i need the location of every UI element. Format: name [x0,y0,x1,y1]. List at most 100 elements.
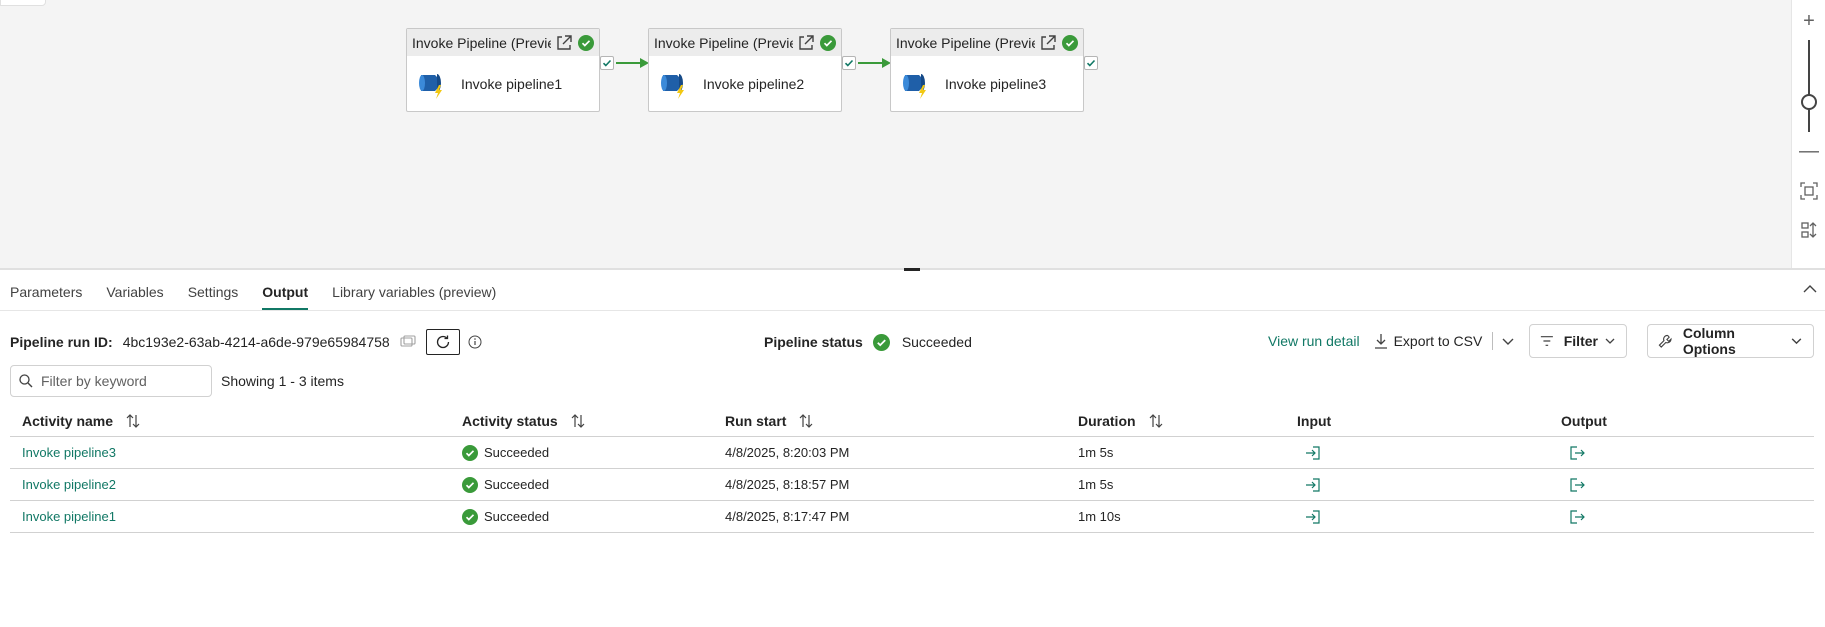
col-header-activity-name[interactable]: Activity name [22,413,141,429]
column-options-label: Column Options [1682,325,1736,357]
zoom-out-button[interactable]: — [1792,134,1825,168]
input-icon[interactable] [1305,477,1321,493]
node-type-label: Invoke Pipeline (Previe [654,34,793,51]
filter-button[interactable]: Filter [1529,324,1627,358]
refresh-icon [436,335,449,349]
input-icon[interactable] [1305,445,1321,461]
activity-node-invoke-pipeline3[interactable]: Invoke Pipeline (Previe Invoke pipeline3 [890,28,1084,112]
activity-name-link[interactable]: Invoke pipeline1 [22,509,116,524]
invoke-pipeline-icon [661,73,684,99]
sort-icon[interactable] [125,413,141,429]
col-header-label: Input [1297,412,1332,429]
table-row[interactable]: Invoke pipeline3 Succeeded 4/8/2025, 8:2… [10,437,1814,469]
zoom-slider-thumb[interactable] [1801,94,1817,110]
node-name: Invoke pipeline3 [945,75,1047,92]
col-header-label: Run start [725,412,787,429]
export-csv-button[interactable]: Export to CSV [1374,333,1483,349]
info-icon[interactable] [468,335,482,349]
fit-to-screen-button[interactable] [1792,174,1825,208]
success-check-icon [872,333,890,351]
node-type-label: Invoke Pipeline (Previe [412,34,551,51]
tabs-divider [0,310,1825,311]
open-external-icon[interactable] [555,34,573,52]
table-header: Activity name Activity status Run start … [10,405,1814,437]
activity-status: Succeeded [484,477,550,492]
filter-by-keyword-field[interactable] [10,365,212,397]
output-icon[interactable] [1569,477,1585,493]
duration: 1m 10s [1078,509,1121,524]
auto-align-button[interactable] [1792,213,1825,247]
resize-handle[interactable] [904,268,920,271]
table-row[interactable]: Invoke pipeline2 Succeeded 4/8/2025, 8:1… [10,469,1814,501]
view-run-detail-link[interactable]: View run detail [1268,333,1360,349]
input-icon[interactable] [1305,509,1321,525]
column-options-button[interactable]: Column Options [1647,324,1814,358]
output-icon[interactable] [1569,445,1585,461]
activity-name-link[interactable]: Invoke pipeline2 [22,477,116,492]
node-name: Invoke pipeline1 [461,75,563,92]
activity-runs-table: Activity name Activity status Run start … [10,405,1814,533]
success-check-icon [1062,34,1078,51]
sort-icon[interactable] [1148,413,1164,429]
output-icon[interactable] [1569,509,1585,525]
chevron-down-icon [1791,338,1802,345]
sort-icon[interactable] [570,413,586,429]
col-header-activity-status[interactable]: Activity status [462,413,586,429]
col-header-duration[interactable]: Duration [1078,413,1164,429]
check-icon [1086,59,1096,67]
separator [1492,332,1494,350]
activity-name-link[interactable]: Invoke pipeline3 [22,445,116,460]
node-header: Invoke Pipeline (Previe [649,29,841,56]
run-start: 4/8/2025, 8:18:57 PM [725,477,850,492]
pipeline-status-label: Pipeline status [764,334,863,350]
success-check-icon [462,444,478,461]
success-output-checkbox[interactable] [1084,56,1098,70]
tab-settings[interactable]: Settings [188,276,239,308]
connector-line [616,62,642,64]
export-chevron-down-icon[interactable] [1501,334,1515,348]
success-output-checkbox[interactable] [842,56,856,70]
collapse-panel-icon[interactable] [1801,280,1819,298]
activity-status: Succeeded [484,445,550,460]
pipeline-status-value: Succeeded [901,334,972,350]
success-check-icon [462,508,478,525]
filter-by-keyword-input[interactable] [41,373,201,389]
filter-icon [1540,336,1553,346]
tab-library-variables[interactable]: Library variables (preview) [332,276,496,308]
search-icon [19,374,33,388]
table-row[interactable]: Invoke pipeline1 Succeeded 4/8/2025, 8:1… [10,501,1814,533]
duration: 1m 5s [1078,477,1114,492]
run-id-label: Pipeline run ID: [10,334,113,350]
connector-line [858,62,884,64]
refresh-button[interactable] [425,329,460,355]
zoom-in-button[interactable]: + [1792,4,1825,38]
tab-variables[interactable]: Variables [106,276,163,308]
open-external-icon[interactable] [1039,34,1057,52]
copy-icon[interactable] [400,334,416,350]
activity-node-invoke-pipeline1[interactable]: Invoke Pipeline (Previe Invoke pipeline1 [406,28,600,112]
download-icon [1374,334,1387,349]
activity-node-invoke-pipeline2[interactable]: Invoke Pipeline (Previe Invoke pipeline2 [648,28,842,112]
auto-align-icon [1801,222,1817,238]
col-header-run-start[interactable]: Run start [725,413,814,429]
chevron-down-icon [1605,338,1615,344]
sort-icon[interactable] [798,413,814,429]
col-header-output: Output [1561,413,1607,429]
col-header-input: Input [1297,413,1331,429]
tab-output[interactable]: Output [262,276,308,310]
col-header-label: Duration [1078,412,1136,429]
tab-parameters[interactable]: Parameters [10,276,82,308]
node-type-label: Invoke Pipeline (Previe [896,34,1035,51]
export-csv-label: Export to CSV [1393,333,1483,349]
pipeline-canvas[interactable]: Invoke Pipeline (Previe Invoke pipeline1… [0,0,1825,268]
invoke-pipeline-icon [419,73,442,99]
open-external-icon[interactable] [797,34,815,52]
run-start: 4/8/2025, 8:20:03 PM [725,445,850,460]
success-output-checkbox[interactable] [600,56,614,70]
invoke-pipeline-icon [903,73,926,99]
check-icon [844,59,854,67]
col-header-label: Output [1561,412,1607,429]
zoom-slider-track[interactable] [1808,40,1810,132]
pipeline-status: Pipeline status Succeeded [764,330,972,354]
col-header-label: Activity status [462,412,558,429]
